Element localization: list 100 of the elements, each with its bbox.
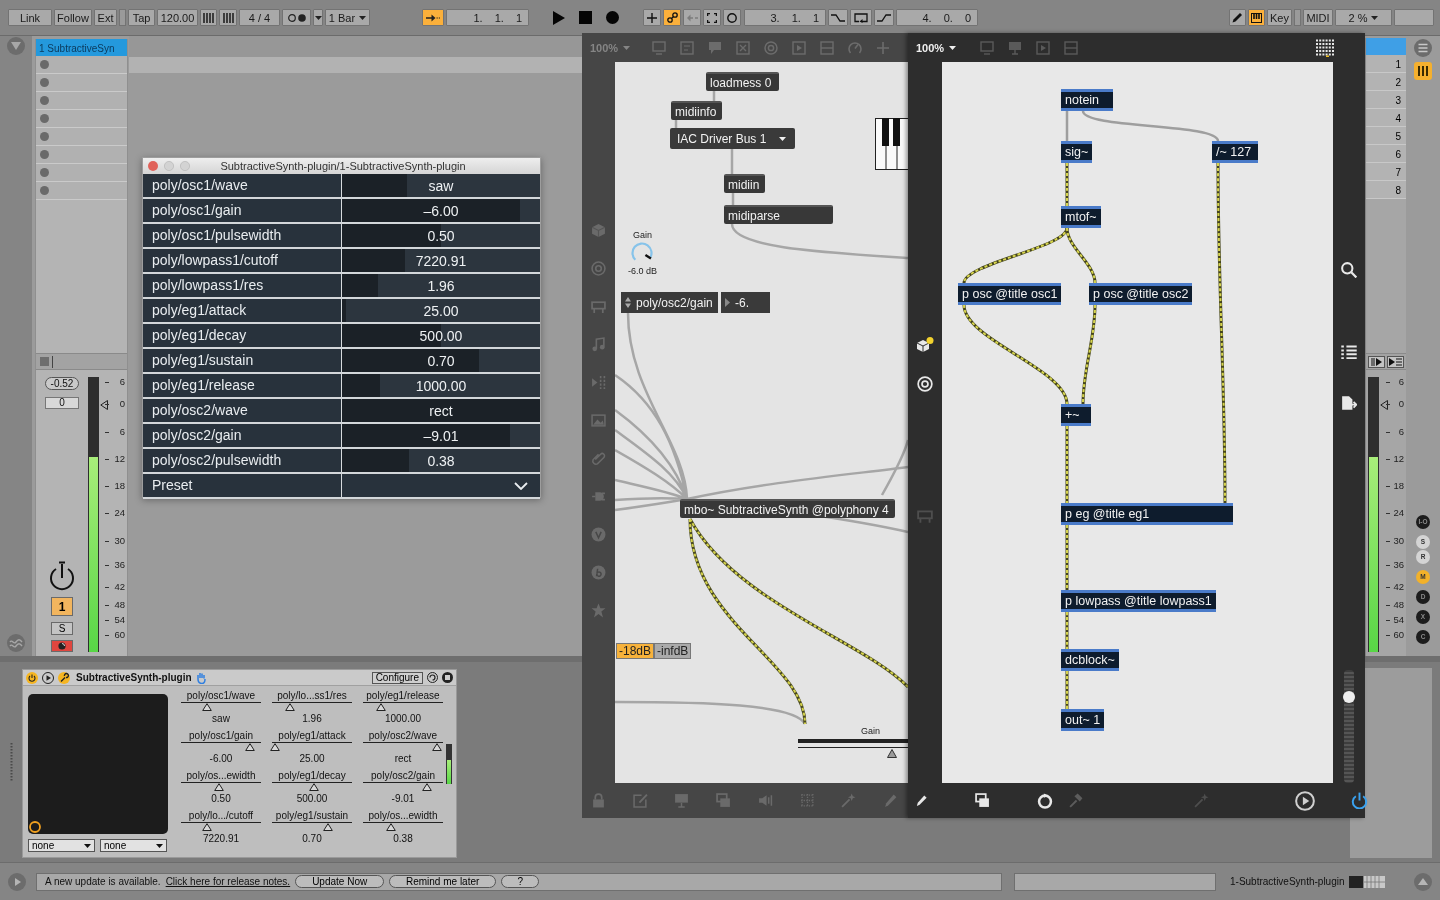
slider-thumb[interactable] — [376, 703, 387, 711]
slider-track[interactable] — [272, 702, 352, 712]
slider-track[interactable]: 0.50 — [342, 224, 540, 247]
list-icon[interactable] — [1340, 344, 1358, 362]
slider-track[interactable]: 0.38 — [342, 449, 540, 472]
scene-number[interactable]: 2 — [1366, 73, 1406, 91]
slider-thumb[interactable] — [201, 823, 212, 831]
slider-thumb[interactable] — [386, 823, 396, 831]
dropdown[interactable]: none — [28, 839, 95, 852]
midi-button[interactable]: MIDI — [1303, 9, 1333, 26]
cube-icon[interactable] — [916, 337, 934, 353]
pencil-icon[interactable] — [915, 794, 928, 807]
slider-track[interactable] — [363, 782, 443, 792]
slider-track[interactable] — [1344, 670, 1354, 783]
circle-arrow-icon[interactable] — [427, 672, 438, 683]
tap-button[interactable]: Tap — [128, 9, 155, 26]
key-button[interactable]: Key — [1267, 9, 1292, 26]
time-signature-field[interactable]: 4 / 4 — [239, 9, 280, 26]
slider-track[interactable]: 7220.91 — [342, 249, 540, 272]
play-icon[interactable] — [553, 10, 565, 25]
loop-start-field[interactable]: 3. 1. 1 — [744, 9, 826, 26]
triangle-up-icon[interactable] — [1414, 872, 1432, 891]
menu-box[interactable]: IAC Driver Bus 1 — [670, 128, 795, 149]
parameter-menu[interactable]: poly/osc2/gain — [621, 292, 718, 313]
status-button[interactable]: Remind me later — [389, 875, 497, 888]
slider-track[interactable]: 1000.00 — [342, 374, 540, 397]
loop-button[interactable] — [850, 9, 872, 26]
scene-number[interactable]: 4 — [1366, 109, 1406, 127]
arrangement-tool-button[interactable] — [723, 9, 741, 26]
punch-in-button[interactable] — [828, 9, 848, 26]
quantization-menu[interactable]: 1 Bar — [325, 9, 370, 26]
slider-thumb[interactable] — [270, 743, 281, 751]
scene-number[interactable]: 5 — [1366, 127, 1406, 145]
circle-icon[interactable] — [40, 150, 49, 159]
slider-track[interactable] — [181, 742, 261, 752]
dropdown[interactable]: none — [100, 839, 167, 852]
slider-thumb[interactable] — [1380, 399, 1388, 410]
slider-thumb[interactable] — [244, 743, 255, 751]
punch-out-button[interactable] — [874, 9, 894, 26]
slider-thumb[interactable] — [214, 783, 225, 791]
play-circle-icon[interactable] — [42, 671, 54, 684]
windows-icon[interactable] — [975, 793, 990, 808]
nudge-button[interactable] — [219, 9, 237, 26]
export-icon[interactable] — [1341, 395, 1357, 411]
slider-track[interactable]: –6.00 — [342, 199, 540, 222]
grip-icon[interactable] — [9, 743, 13, 781]
circle-icon[interactable] — [40, 78, 49, 87]
song-position-field[interactable]: 1. 1. 1 — [446, 9, 529, 26]
slider-thumb[interactable] — [201, 703, 212, 711]
track-title[interactable]: 1 SubtractiveSyn — [36, 39, 127, 56]
circle-icon[interactable] — [40, 96, 49, 105]
nudge-button[interactable] — [200, 9, 217, 26]
level-button[interactable]: -18dB — [616, 643, 655, 659]
slider-track[interactable] — [363, 742, 443, 752]
solo-button[interactable]: S — [51, 622, 73, 635]
circle-icon[interactable] — [40, 60, 49, 69]
circle-icon[interactable] — [40, 168, 49, 177]
follow-toggle[interactable] — [422, 9, 444, 26]
track-activator-button[interactable]: 1 — [51, 597, 73, 616]
status-button[interactable]: ? — [501, 875, 540, 888]
slider-track[interactable] — [272, 782, 352, 792]
circle-icon[interactable] — [40, 114, 49, 123]
zoom-menu[interactable]: 100% — [916, 41, 957, 54]
slider-thumb[interactable] — [432, 743, 443, 751]
slider-track[interactable] — [272, 742, 352, 752]
circle-icon[interactable] — [40, 186, 49, 195]
metronome-button[interactable] — [282, 9, 311, 26]
wrench-icon[interactable] — [58, 671, 70, 684]
follow-button[interactable]: Follow — [54, 9, 92, 26]
slider-track[interactable] — [363, 702, 443, 712]
circle-icon[interactable] — [40, 132, 49, 141]
configure-button[interactable]: Configure — [371, 671, 423, 684]
scene-number[interactable]: 3 — [1366, 91, 1406, 109]
slider-thumb[interactable] — [308, 783, 319, 791]
link-button[interactable]: Link — [8, 9, 52, 26]
keyboard-button[interactable] — [1248, 9, 1265, 26]
slider-track[interactable]: 500.00 — [342, 324, 540, 347]
arm-button[interactable] — [51, 640, 73, 652]
volume-field[interactable]: 0 — [45, 397, 79, 409]
slider-track[interactable] — [272, 822, 352, 832]
scene-number[interactable]: 7 — [1366, 163, 1406, 181]
power-icon[interactable] — [26, 671, 38, 684]
level-button[interactable]: -infdB — [654, 643, 692, 659]
slider-thumb[interactable] — [285, 703, 296, 711]
star-icon[interactable] — [591, 603, 606, 618]
arrangement-tool-button[interactable] — [643, 9, 661, 26]
cpu-load-menu[interactable]: 2 % — [1335, 9, 1392, 26]
slider-track[interactable] — [181, 702, 261, 712]
record-icon[interactable] — [606, 11, 619, 24]
save-icon[interactable] — [442, 672, 453, 683]
toggle-button[interactable] — [1387, 355, 1404, 368]
number-box[interactable]: -6. — [721, 292, 770, 313]
loop-length-field[interactable]: 4. 0. 0 — [896, 9, 978, 26]
slider-track[interactable]: 25.00 — [342, 299, 540, 322]
slider-track[interactable]: rect — [342, 399, 540, 422]
slider-thumb[interactable] — [323, 823, 333, 831]
release-notes-link[interactable]: Click here for release notes. — [165, 876, 291, 887]
slider-thumb[interactable] — [886, 749, 897, 758]
paperclip-icon[interactable] — [591, 451, 606, 466]
text-field[interactable] — [1014, 872, 1216, 891]
